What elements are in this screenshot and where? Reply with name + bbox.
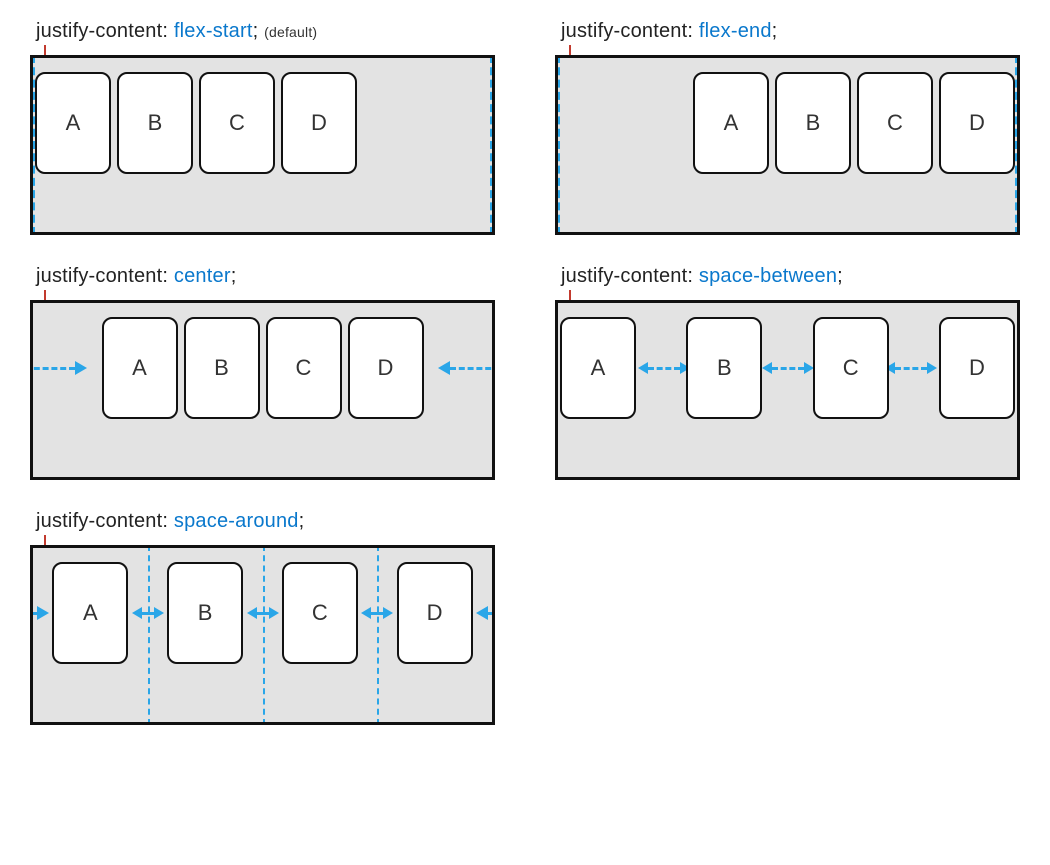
flex-item: C xyxy=(857,72,933,174)
item-row: A B C D xyxy=(558,317,1017,419)
gap-divider xyxy=(148,545,150,725)
flex-item: C xyxy=(282,562,358,664)
gap-divider xyxy=(263,545,265,725)
around-arrow xyxy=(476,606,495,620)
property-value: center xyxy=(174,265,231,287)
flex-container: A B C D xyxy=(555,300,1020,480)
property-value: space-around xyxy=(174,510,299,532)
property-name: justify-content xyxy=(561,20,687,42)
flex-container: A B C D xyxy=(555,55,1020,235)
edge-marker-start xyxy=(31,55,35,235)
caption: justify-content: flex-end; xyxy=(561,20,1020,43)
flex-item: C xyxy=(813,317,889,419)
item-row: A B C D xyxy=(558,72,1017,174)
gap-arrow xyxy=(885,362,937,374)
property-name: justify-content xyxy=(36,510,162,532)
flex-item: D xyxy=(939,317,1015,419)
flex-item: B xyxy=(184,317,260,419)
example-center: justify-content: center; A B C D xyxy=(30,265,495,480)
property-value: space-between xyxy=(699,265,837,287)
flex-item: B xyxy=(167,562,243,664)
property-value: flex-end xyxy=(699,20,772,42)
gap-arrow xyxy=(762,362,814,374)
flex-item: A xyxy=(35,72,111,174)
example-flex-end: justify-content: flex-end; A B C D xyxy=(555,20,1020,235)
caption-tick xyxy=(44,535,46,545)
flex-item: D xyxy=(348,317,424,419)
flex-item: D xyxy=(281,72,357,174)
item-row: A B C D xyxy=(33,72,492,174)
edge-marker-end xyxy=(490,55,494,235)
property-note: (default) xyxy=(264,24,317,40)
flex-item: C xyxy=(199,72,275,174)
push-arrow-right xyxy=(438,361,495,375)
property-name: justify-content xyxy=(36,265,162,287)
flex-item: A xyxy=(52,562,128,664)
flex-item: A xyxy=(560,317,636,419)
flex-container: A B C D xyxy=(30,545,495,725)
caption-tick xyxy=(44,45,46,55)
caption-tick xyxy=(44,290,46,300)
flex-item: A xyxy=(693,72,769,174)
property-name: justify-content xyxy=(561,265,687,287)
around-arrow xyxy=(30,606,49,620)
flex-item: B xyxy=(775,72,851,174)
edge-marker-end xyxy=(1015,55,1019,235)
gap-arrow xyxy=(132,607,164,619)
flex-item: B xyxy=(117,72,193,174)
item-row: A B C D xyxy=(33,317,492,419)
flex-container: A B C D xyxy=(30,55,495,235)
flex-item: A xyxy=(102,317,178,419)
gap-arrow xyxy=(638,362,690,374)
caption-tick xyxy=(569,290,571,300)
property-value: flex-start xyxy=(174,20,253,42)
flex-item: D xyxy=(397,562,473,664)
caption: justify-content: space-between; xyxy=(561,265,1020,288)
example-space-between: justify-content: space-between; A B C D xyxy=(555,265,1020,480)
property-name: justify-content xyxy=(36,20,162,42)
flex-item: B xyxy=(686,317,762,419)
example-flex-start: justify-content: flex-start; (default) A… xyxy=(30,20,495,235)
example-space-around: justify-content: space-around; A B C D xyxy=(30,510,495,725)
caption: justify-content: flex-start; (default) xyxy=(36,20,495,43)
flex-item: D xyxy=(939,72,1015,174)
flex-item: C xyxy=(266,317,342,419)
caption: justify-content: space-around; xyxy=(36,510,495,533)
flex-container: A B C D xyxy=(30,300,495,480)
gap-divider xyxy=(377,545,379,725)
edge-marker-start xyxy=(556,55,560,235)
caption: justify-content: center; xyxy=(36,265,495,288)
push-arrow-left xyxy=(30,361,87,375)
diagram-grid: justify-content: flex-start; (default) A… xyxy=(30,20,1020,725)
gap-arrow xyxy=(361,607,393,619)
caption-tick xyxy=(569,45,571,55)
gap-arrow xyxy=(247,607,279,619)
